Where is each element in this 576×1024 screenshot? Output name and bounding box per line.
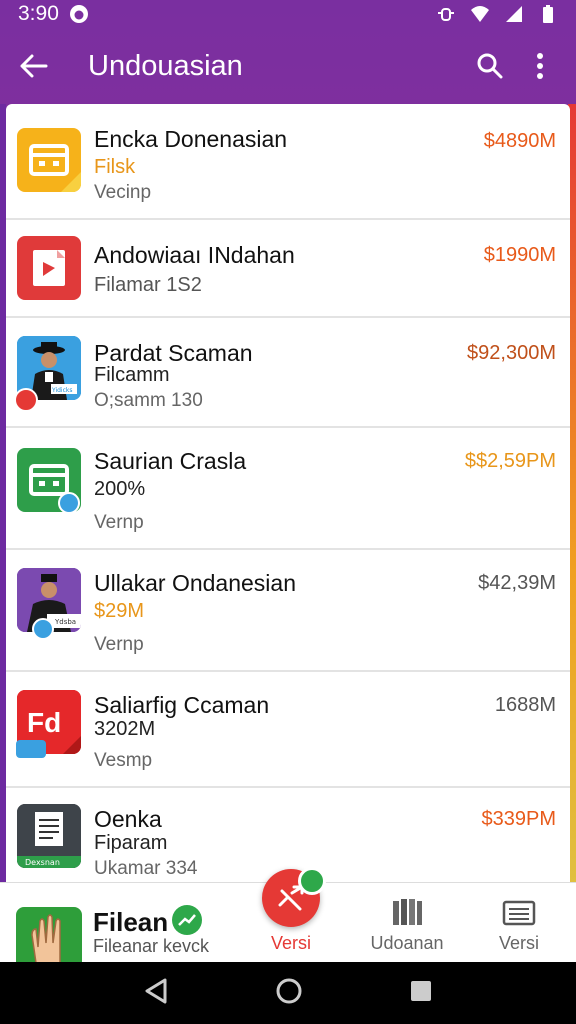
calendar-icon — [17, 128, 81, 192]
list-item[interactable]: Andowiaaı INdahan Filamar 1S2 $1990M — [6, 220, 570, 318]
nav-label: Versi — [498, 933, 540, 953]
play-icon — [17, 236, 81, 300]
hand-icon — [16, 907, 82, 963]
back-nav-button[interactable] — [143, 977, 169, 1010]
item-meta: Ukamar 334 — [94, 858, 198, 879]
item-subtitle: 3202M — [94, 718, 156, 740]
nav-label: Udoanan — [370, 933, 444, 953]
twitter-badge-icon — [32, 618, 54, 640]
item-title: Encka Donenasian — [94, 126, 288, 152]
list-item[interactable]: Dexsnan Oenka Fiparam Ukamar 334 $339PM — [6, 788, 570, 882]
wifi-icon — [471, 6, 489, 22]
item-subtitle: Filamar 1S2 — [94, 274, 202, 296]
list-item[interactable]: Encka Donenasian Filsk Vecinp $4890M — [6, 104, 570, 220]
item-subtitle: Filsk — [94, 156, 136, 178]
item-price: $42,39M — [478, 572, 556, 594]
item-meta: Vesmp — [94, 750, 153, 771]
bottom-navigation: Filean Fileanar kevck Versi Udoanan Vers… — [0, 867, 576, 963]
heart-badge-icon — [14, 388, 38, 412]
search-icon — [477, 53, 503, 79]
trending-icon — [172, 905, 202, 935]
item-title: Oenka — [94, 806, 162, 832]
arrow-back-icon — [20, 54, 48, 78]
item-subtitle: Filcamm — [94, 364, 170, 386]
nav-item-versi[interactable]: Versi — [474, 897, 564, 954]
item-price: $339PM — [481, 808, 557, 830]
list-item[interactable]: Ydsba Ullakar Ondanesian $29M Vernp $42,… — [6, 550, 570, 672]
square-recents-icon — [411, 980, 431, 1001]
item-title: Saurian Crasla — [94, 448, 247, 474]
app-bar: Undouasian — [0, 28, 576, 104]
bug-icon — [438, 8, 454, 21]
folder-icon — [502, 900, 536, 926]
system-navigation-bar — [0, 962, 576, 1024]
home-nav-button[interactable] — [275, 977, 303, 1010]
item-subtitle: 200% — [94, 478, 146, 500]
partial-item-title: Filean — [93, 907, 169, 937]
partial-item-subtitle: Fileanar kevck — [93, 936, 210, 956]
badge-text: Ydsba — [54, 618, 76, 626]
item-price: $1990M — [483, 244, 556, 266]
item-meta: O;samm 130 — [94, 390, 203, 411]
back-button[interactable] — [18, 50, 50, 82]
item-meta: Vernp — [94, 634, 144, 655]
badge-text: Yidicks — [51, 387, 73, 394]
fab-label: Versi — [270, 933, 312, 953]
logo-text: Fd — [27, 707, 61, 738]
list-item[interactable]: Saurian Crasla 200% Vernp $$2,59PM — [6, 428, 570, 550]
item-meta: Vernp — [94, 512, 144, 533]
more-vert-icon — [537, 53, 543, 79]
status-time: 3:90 — [18, 2, 59, 25]
item-title: Pardat Scaman — [94, 340, 253, 366]
item-title: Andowiaaı INdahan — [94, 242, 295, 268]
recents-nav-button[interactable] — [409, 979, 433, 1008]
status-bar: 3:90 — [0, 0, 576, 28]
item-title: Ullakar Ondanesian — [94, 570, 297, 596]
signal-icon — [506, 6, 522, 22]
item-price: $$2,59PM — [464, 450, 556, 472]
nav-item-udoanan[interactable]: Udoanan — [362, 897, 452, 954]
list-item[interactable]: Fd Saliarfig Ccaman 3202M Vesmp 1688M — [6, 672, 570, 788]
page-title: Undouasian — [88, 49, 243, 82]
twitter-badge-icon — [58, 492, 80, 514]
overflow-menu-button[interactable] — [522, 48, 558, 84]
item-price: $92,300M — [467, 342, 556, 364]
circle-home-icon — [276, 978, 302, 1003]
search-button[interactable] — [472, 48, 508, 84]
item-meta: Vecinp — [94, 182, 152, 203]
status-badge — [298, 867, 326, 895]
item-title: Saliarfig Ccaman — [94, 692, 270, 718]
github-icon — [69, 5, 88, 23]
list-item[interactable]: Yidicks Pardat Scaman Filcamm O;samm 130… — [6, 318, 570, 428]
item-price: 1688M — [494, 694, 556, 716]
tag-badge-icon — [16, 740, 46, 758]
badge-text: Dexsnan — [25, 858, 60, 867]
document-icon: Dexsnan — [17, 804, 81, 868]
item-price: $4890M — [483, 130, 556, 152]
item-subtitle: Fiparam — [94, 832, 168, 854]
battery-icon — [543, 5, 553, 23]
columns-icon — [393, 899, 422, 925]
item-subtitle: $29M — [94, 600, 145, 622]
triangle-back-icon — [145, 978, 167, 1003]
item-list[interactable]: Encka Donenasian Filsk Vecinp $4890M And… — [6, 104, 570, 882]
